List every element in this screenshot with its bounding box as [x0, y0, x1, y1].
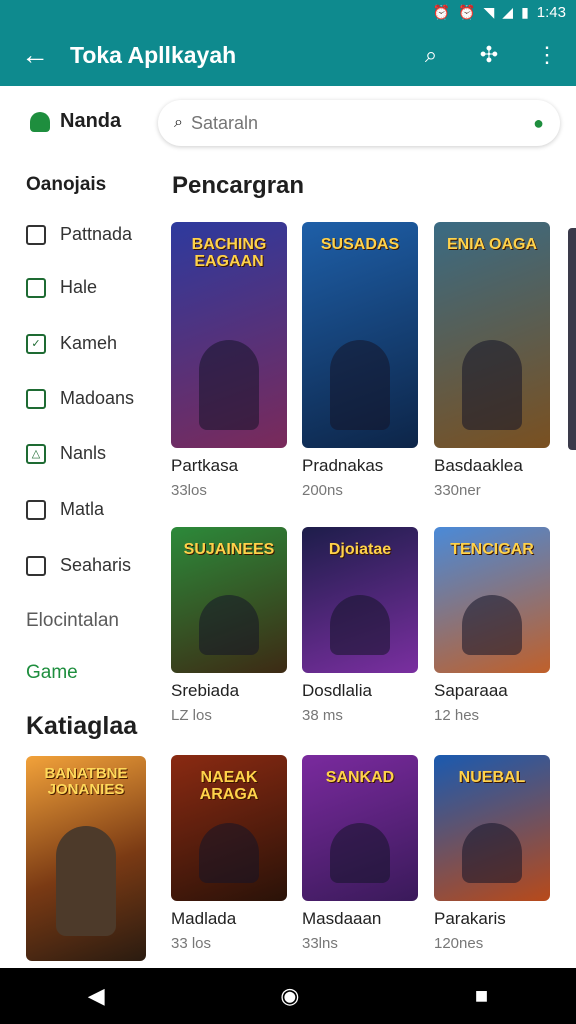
alarm-icon: ⏰: [432, 3, 451, 20]
sidebar-item[interactable]: Madoans: [26, 388, 134, 409]
game-name: Srebiada: [171, 681, 240, 700]
game-thumbnail: SUSADAS: [302, 222, 418, 448]
sidebar-item[interactable]: Seaharis: [26, 555, 131, 576]
sidebar-section-title: Katiaglaa: [26, 712, 138, 740]
game-thumbnail: SANKAD: [302, 755, 418, 901]
game-thumbnail: BACHING EAGAAN: [171, 222, 287, 448]
game-card[interactable]: BACHING EAGAAN Partkasa 33los: [171, 222, 291, 499]
signal-icon: ◢: [502, 3, 514, 20]
recents-icon[interactable]: ■: [475, 983, 488, 1009]
app-bar: ← Toka Apllkayah ⌕ ✣ ⋮: [0, 24, 576, 86]
game-size: LZ los: [171, 707, 212, 724]
system-nav-bar: ◀ ◉ ■: [0, 968, 576, 1024]
wifi-icon: ◥: [483, 3, 495, 20]
game-thumbnail: NUEBAL: [434, 755, 550, 901]
game-name: Masdaaan: [302, 909, 382, 928]
game-card[interactable]: SANKAD Masdaaan 33lns: [302, 755, 422, 952]
game-card[interactable]: Djoiatae Dosdlalia 38 ms: [302, 527, 422, 724]
home-icon[interactable]: ◉: [280, 983, 299, 1009]
alarm-icon: ⏰: [458, 3, 476, 20]
game-card[interactable]: ENIA OAGA Basdaaklea 330ner: [434, 222, 554, 499]
hero-art: [56, 826, 116, 936]
sidebar-heading: Oanojais: [26, 174, 107, 195]
game-size: 38 ms: [302, 707, 343, 724]
section-title: Pencargran: [172, 172, 305, 199]
game-size: 33lns: [302, 935, 338, 952]
game-thumbnail: NAEAK ARAGA: [171, 755, 287, 901]
square-icon: [26, 499, 46, 520]
game-card[interactable]: SUSADAS Pradnakas 200ns: [302, 222, 422, 499]
game-size: 12 hes: [434, 707, 480, 724]
game-name: Basdaaklea: [434, 456, 523, 475]
game-card[interactable]: NUEBAL Parakaris 120nes: [434, 755, 554, 952]
mic-icon[interactable]: ●: [533, 113, 544, 134]
app-title: Toka Apllkayah: [70, 41, 237, 68]
game-thumbnail: SUJAINEES: [171, 527, 287, 673]
bag-icon: [26, 555, 46, 576]
game-name: Madlada: [171, 909, 237, 928]
game-size: 330ner: [434, 482, 481, 499]
game-thumbnail: ENIA OAGA: [434, 222, 550, 448]
tablet-icon: [26, 277, 46, 298]
game-name: Saparaaa: [434, 681, 508, 700]
sidebar-link-game[interactable]: Game: [26, 662, 78, 684]
search-icon[interactable]: ⌕: [402, 42, 460, 68]
game-card[interactable]: TENCIGAR Saparaaa 12 hes: [434, 527, 554, 724]
folder-icon: [26, 388, 46, 409]
game-card[interactable]: SUJAINEES Srebiada LZ los: [171, 527, 291, 724]
sidebar-link-muted[interactable]: Elocintalan: [26, 610, 119, 632]
sidebar-item[interactable]: Pattnada: [26, 224, 132, 245]
account-icon: [30, 111, 50, 132]
game-name: Partkasa: [171, 456, 239, 475]
search-icon: ⌕: [174, 114, 183, 131]
game-size: 200ns: [302, 482, 343, 499]
game-card[interactable]: NAEAK ARAGA Madlada 33 los: [171, 755, 291, 952]
status-time: 1:43: [536, 3, 566, 21]
sidebar-item[interactable]: Hale: [26, 277, 97, 298]
game-name: Dosdlalia: [302, 681, 372, 700]
user-profile[interactable]: Nanda: [30, 110, 121, 133]
battery-icon: ▮: [521, 3, 529, 20]
sidebar-item[interactable]: Matla: [26, 499, 104, 520]
sidebar-item[interactable]: ✓ Kameh: [26, 333, 117, 354]
more-vert-icon[interactable]: ⋮: [518, 42, 576, 68]
back-arrow-icon[interactable]: ←: [0, 39, 70, 71]
user-name: Nanda: [60, 110, 122, 132]
bag-icon: [26, 224, 46, 245]
game-thumbnail: TENCIGAR: [434, 527, 550, 673]
next-card-peek[interactable]: [568, 228, 576, 450]
check-icon: ✓: [26, 333, 46, 354]
featured-game-tile[interactable]: BANATBNE JONANIES: [26, 756, 146, 961]
game-thumbnail: Djoiatae: [302, 527, 418, 673]
game-name: Pradnakas: [302, 456, 384, 475]
status-bar: ⏰ ⏰ ◥ ◢ ▮ 1:43: [0, 0, 576, 24]
sidebar: Nanda Oanojais Pattnada Hale ✓ Kameh Mado…: [0, 86, 160, 966]
game-name: Parakaris: [434, 909, 506, 928]
tile-art-title: BANATBNE JONANIES: [44, 765, 128, 798]
back-icon[interactable]: ◀: [88, 983, 105, 1009]
game-size: 33 los: [171, 935, 212, 952]
puzzle-icon[interactable]: ✣: [460, 42, 518, 68]
search-input[interactable]: [190, 112, 526, 134]
person-icon: △: [26, 443, 46, 464]
game-size: 120nes: [434, 935, 484, 952]
search-bar[interactable]: ⌕ ●: [158, 100, 560, 146]
game-size: 33los: [171, 482, 207, 499]
sidebar-item[interactable]: △ Nanls: [26, 443, 106, 464]
